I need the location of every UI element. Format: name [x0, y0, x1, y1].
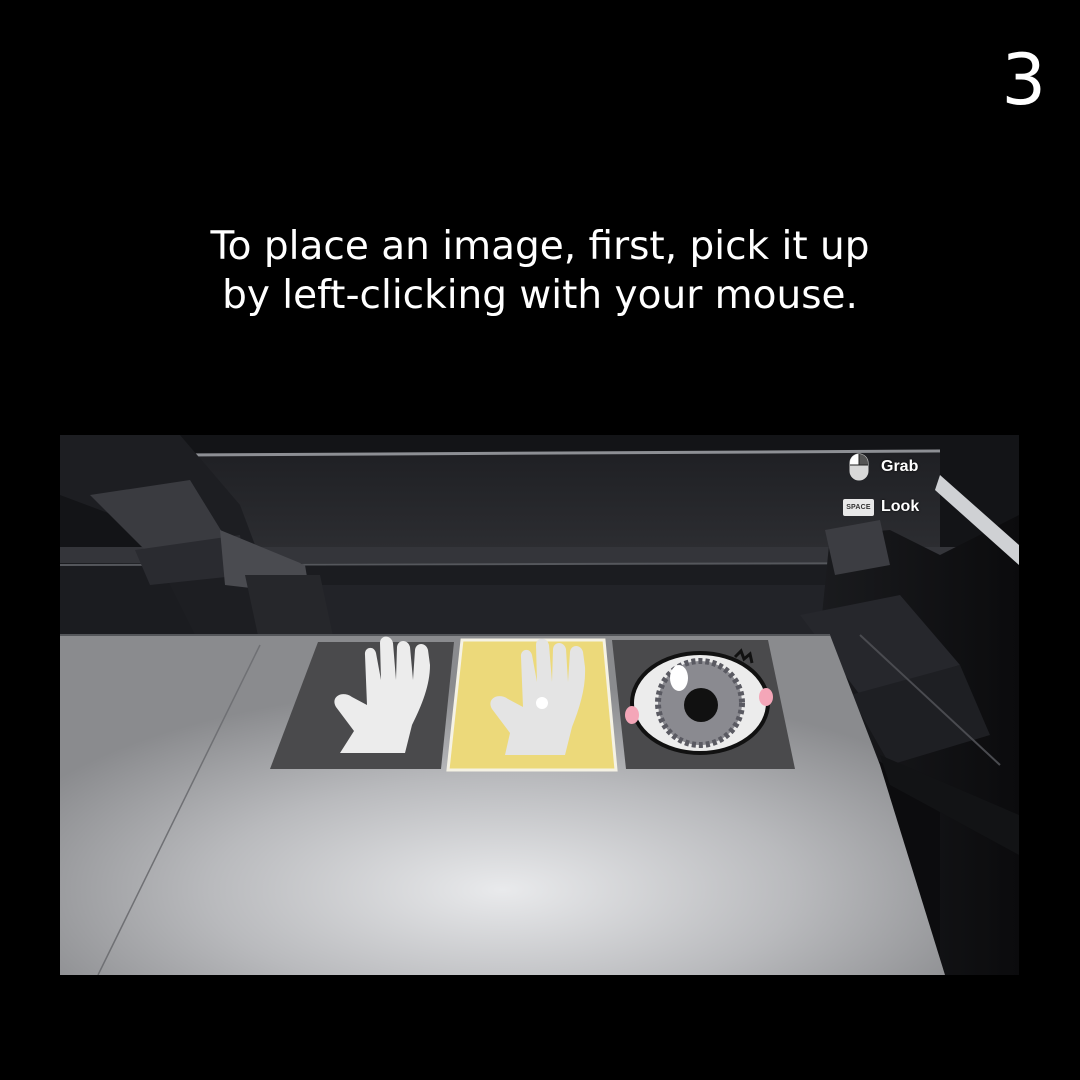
grab-hint: Grab [849, 453, 919, 481]
control-hints: Grab SPACE Look [843, 453, 943, 523]
game-viewport[interactable]: Grab SPACE Look [60, 435, 1019, 975]
instruction-text: To place an image, first, pick it up by … [0, 222, 1080, 320]
mouse-left-click-icon [849, 453, 869, 481]
step-number: 3 [1001, 39, 1046, 121]
look-hint: SPACE Look [843, 495, 919, 519]
space-key-icon: SPACE [843, 498, 874, 516]
look-label: Look [881, 498, 920, 515]
instruction-line-2: by left-clicking with your mouse. [222, 273, 858, 318]
instruction-line-1: To place an image, first, pick it up [210, 224, 870, 269]
card-hand-highlighted[interactable] [446, 638, 618, 772]
card-eye[interactable] [612, 640, 795, 769]
grab-label: Grab [881, 458, 919, 475]
